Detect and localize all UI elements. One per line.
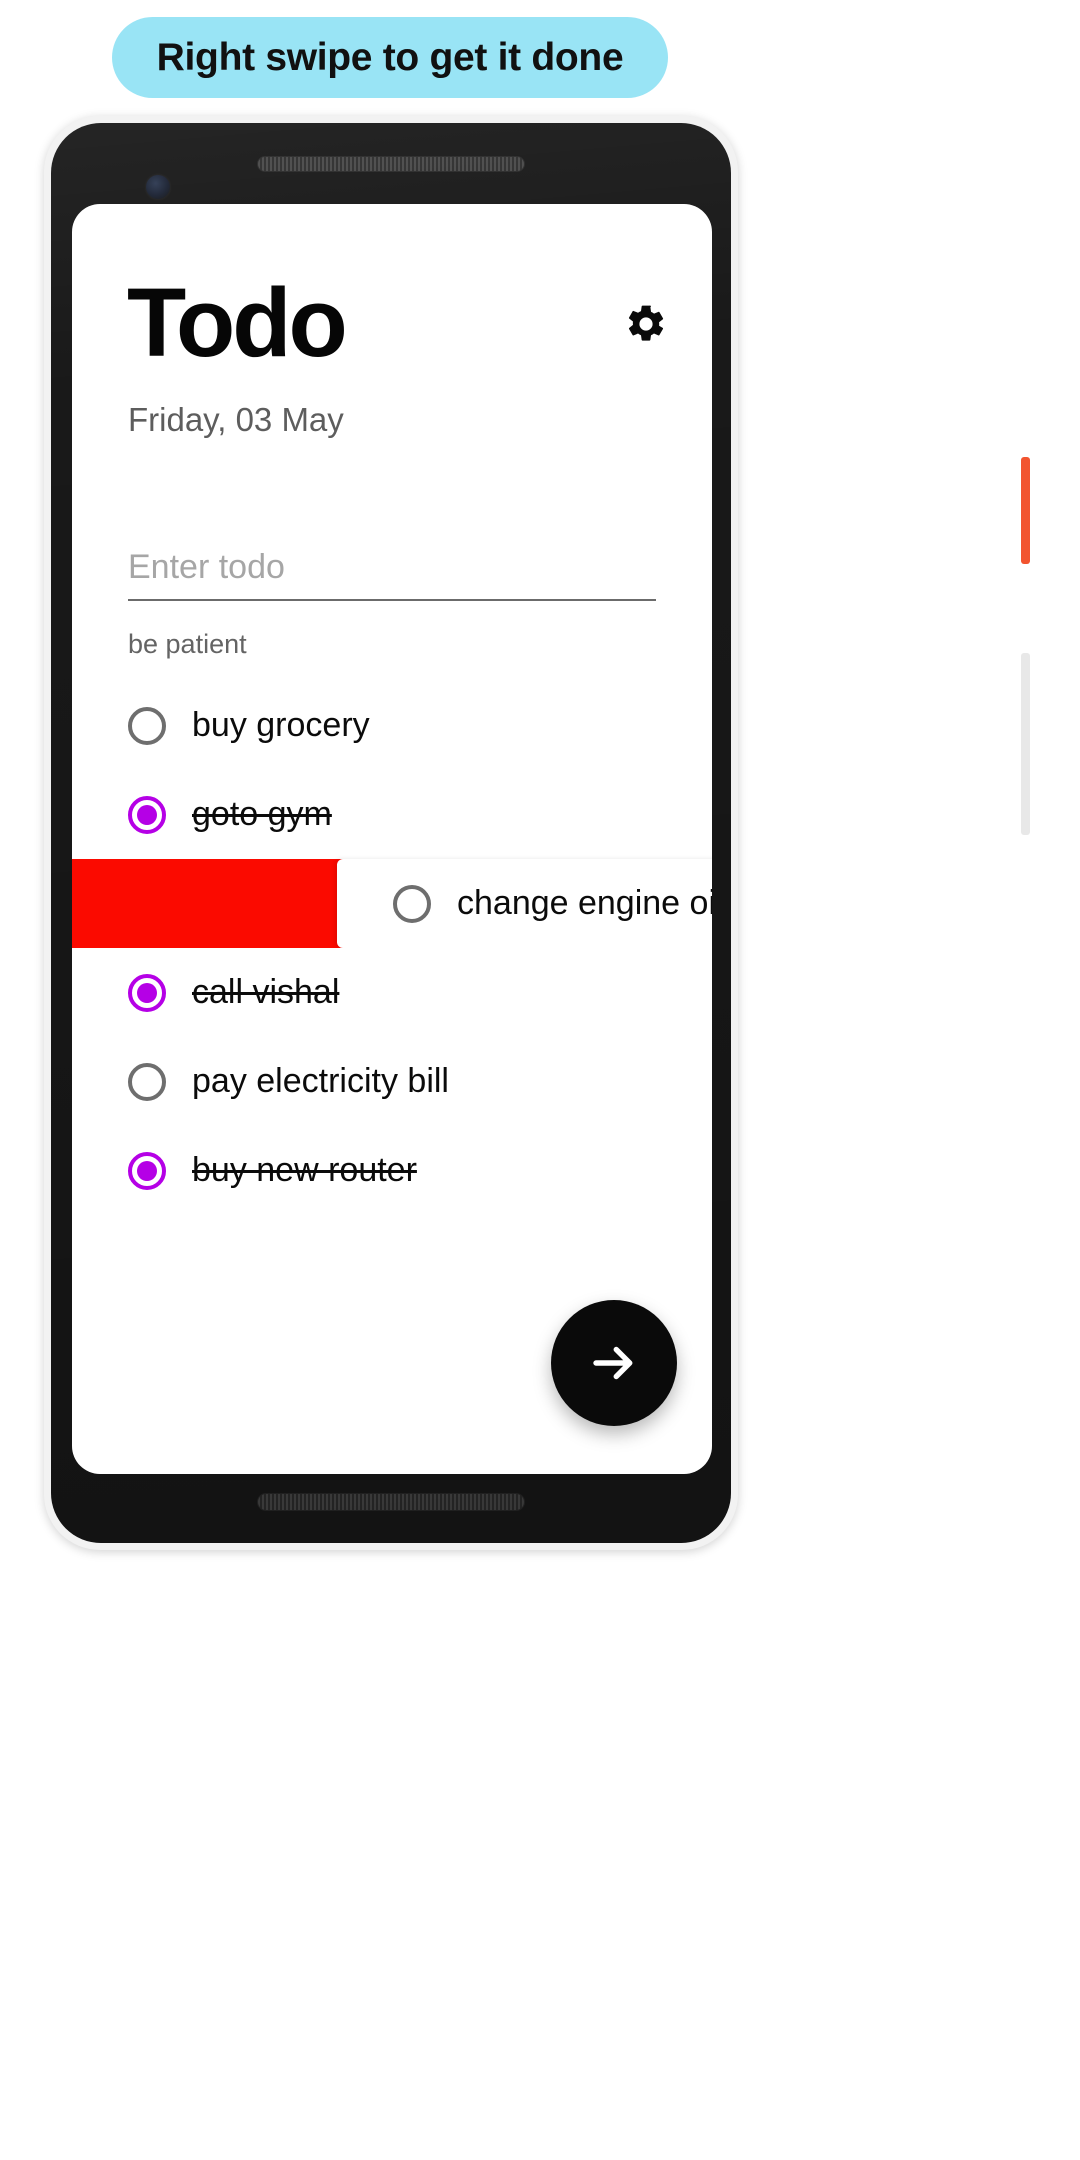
todo-item-label: change engine oil [457,884,712,922]
bottom-speaker-grille-icon [257,1493,525,1511]
todo-checkbox-checked[interactable] [128,1151,166,1190]
volume-button[interactable] [1021,653,1030,835]
next-fab-button[interactable] [551,1300,677,1426]
caption-banner: Right swipe to get it done [112,17,668,98]
settings-button[interactable] [624,302,668,346]
todo-row[interactable]: pay electricity bill [72,1037,712,1126]
todo-row-content[interactable]: change engine oil [337,859,712,948]
todo-checkbox-checked[interactable] [128,973,166,1012]
todo-row-content[interactable]: pay electricity bill [72,1037,712,1126]
todo-row-content[interactable]: call vishal [72,948,712,1037]
todo-item-label: pay electricity bill [192,1062,449,1100]
todo-input-wrapper [128,548,656,601]
todo-checkbox-checked[interactable] [128,795,166,834]
todo-item-label: buy new router [192,1151,417,1189]
todo-checkbox-unchecked[interactable] [393,884,431,923]
todo-item-label: buy grocery [192,706,370,744]
todo-row[interactable]: buy new router [72,1126,712,1215]
todo-checkbox-unchecked[interactable] [128,706,166,745]
todo-input[interactable] [128,548,656,601]
arrow-right-icon [593,1346,633,1380]
app-screen: Todo Friday, 03 May be patient buy groce… [72,204,712,1474]
todo-row-content[interactable]: goto gym [72,770,712,859]
front-camera-icon [146,175,170,199]
speaker-grille-icon [257,156,525,172]
todo-item-label: goto gym [192,795,332,833]
todo-row[interactable]: goto gym [72,770,712,859]
caption-text: Right swipe to get it done [156,35,624,79]
app-content: Todo Friday, 03 May be patient buy groce… [72,204,712,1474]
todo-row[interactable]: call vishal [72,948,712,1037]
todo-row-content[interactable]: buy new router [72,1126,712,1215]
todo-row[interactable]: buy grocery [72,681,712,770]
todo-checkbox-unchecked[interactable] [128,1062,166,1101]
gear-icon [628,305,664,341]
todo-item-label: call vishal [192,973,340,1011]
power-button[interactable] [1021,457,1030,564]
todo-list: buy grocery goto gym change engine oil call… [72,681,712,1215]
page-title: Todo [127,268,348,377]
current-date: Friday, 03 May [128,401,344,438]
screenshot-root: Right swipe to get it done Todo Friday, … [0,0,1080,2160]
input-helper-text: be patient [128,629,247,659]
app-header: Todo [127,274,668,380]
todo-row-content[interactable]: buy grocery [72,681,712,770]
todo-row[interactable]: change engine oil [72,859,712,948]
